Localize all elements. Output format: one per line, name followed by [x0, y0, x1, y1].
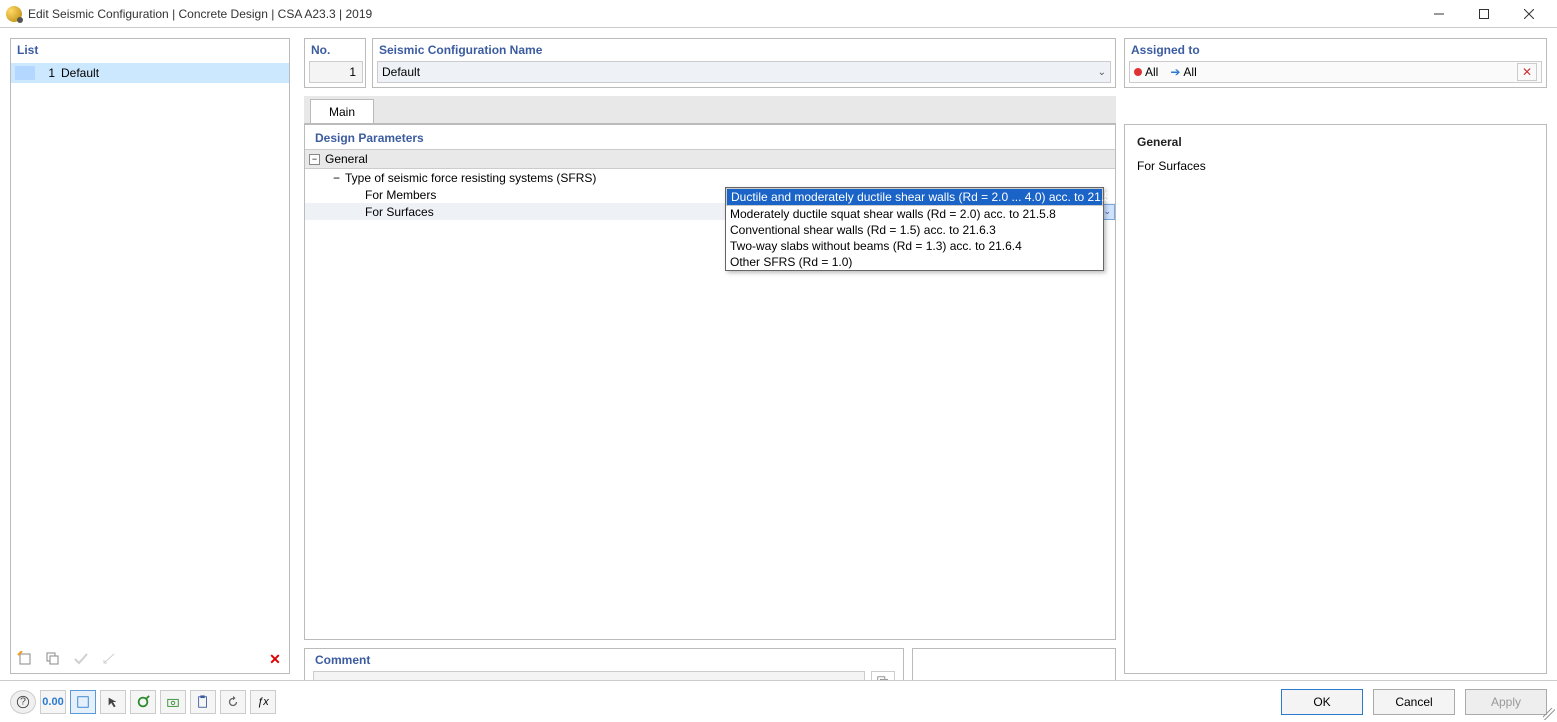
- dropdown-option[interactable]: Conventional shear walls (Rd = 1.5) acc.…: [726, 222, 1103, 238]
- include-button: [69, 648, 93, 670]
- delete-item-button[interactable]: ✕: [263, 648, 287, 670]
- number-panel: No.: [304, 38, 366, 88]
- group-general-label: General: [325, 152, 368, 166]
- assigned-label: Assigned to: [1125, 39, 1546, 63]
- collapse-icon[interactable]: −: [309, 154, 320, 165]
- assigned-nodes-button[interactable]: All: [1134, 65, 1158, 79]
- exclude-button: [97, 648, 121, 670]
- name-select[interactable]: Default ⌄: [377, 61, 1111, 83]
- list-header: List: [11, 39, 289, 63]
- info-header: General: [1137, 135, 1534, 149]
- list-item-label: Default: [61, 66, 99, 80]
- list-item[interactable]: 1 Default: [11, 63, 289, 83]
- apply-button: Apply: [1465, 689, 1547, 715]
- dropdown-option[interactable]: Ductile and moderately ductile shear wal…: [726, 188, 1103, 206]
- chevron-down-icon: ⌄: [1103, 206, 1111, 217]
- select-graphically-button[interactable]: [100, 690, 126, 714]
- dropdown-option[interactable]: Two-way slabs without beams (Rd = 1.3) a…: [726, 238, 1103, 254]
- clear-assignment-button[interactable]: ✕: [1517, 63, 1537, 81]
- for-surfaces-label: For Surfaces: [365, 205, 434, 219]
- resize-grip[interactable]: [1543, 708, 1555, 720]
- screenshot-button[interactable]: [160, 690, 186, 714]
- design-parameters-header: Design Parameters: [305, 125, 1115, 149]
- title-bar: Edit Seismic Configuration | Concrete De…: [0, 0, 1557, 28]
- collapse-icon[interactable]: −: [333, 171, 340, 185]
- name-panel: Seismic Configuration Name Default ⌄: [372, 38, 1116, 88]
- fx-button[interactable]: ƒx: [250, 690, 276, 714]
- cancel-button[interactable]: Cancel: [1373, 689, 1455, 715]
- app-icon: [6, 6, 22, 22]
- dropdown-option[interactable]: Moderately ductile squat shear walls (Rd…: [726, 206, 1103, 222]
- units-button[interactable]: 0.00: [40, 690, 66, 714]
- comment-header: Comment: [305, 649, 903, 671]
- help-button[interactable]: ?: [10, 690, 36, 714]
- new-item-button[interactable]: [13, 648, 37, 670]
- group-sfrs-label: Type of seismic force resisting systems …: [345, 171, 596, 185]
- view-mode-button[interactable]: [70, 690, 96, 714]
- tab-main[interactable]: Main: [310, 99, 374, 123]
- number-input[interactable]: [309, 61, 363, 83]
- tab-strip: Main: [304, 96, 1116, 124]
- color-chip: [15, 66, 35, 80]
- list-item-index: 1: [35, 66, 55, 80]
- group-general[interactable]: − General: [305, 149, 1115, 169]
- close-button[interactable]: [1506, 1, 1551, 27]
- group-sfrs[interactable]: − Type of seismic force resisting system…: [305, 169, 1115, 186]
- minimize-button[interactable]: [1416, 1, 1461, 27]
- copy-item-button[interactable]: [41, 648, 65, 670]
- name-value: Default: [382, 65, 420, 79]
- svg-text:?: ?: [20, 695, 26, 707]
- assigned-panel: Assigned to All ➔All ✕: [1124, 38, 1547, 88]
- clipboard-button[interactable]: [190, 690, 216, 714]
- for-surfaces-dropdown: Ductile and moderately ductile shear wal…: [725, 187, 1104, 271]
- ok-button[interactable]: OK: [1281, 689, 1363, 715]
- for-members-label: For Members: [365, 188, 436, 202]
- assigned-members-button[interactable]: ➔All: [1170, 65, 1196, 79]
- window-title: Edit Seismic Configuration | Concrete De…: [28, 7, 1416, 21]
- name-label: Seismic Configuration Name: [373, 39, 1115, 63]
- dropdown-option[interactable]: Other SFRS (Rd = 1.0): [726, 254, 1103, 270]
- number-label: No.: [305, 39, 365, 63]
- dialog-footer: ? 0.00 ƒx OK Cancel Apply: [0, 680, 1557, 722]
- show-object-button[interactable]: [130, 690, 156, 714]
- design-parameters-panel: Design Parameters − General − Type of se…: [304, 124, 1116, 640]
- reset-button[interactable]: [220, 690, 246, 714]
- info-panel: General For Surfaces: [1124, 124, 1547, 674]
- info-line: For Surfaces: [1137, 159, 1534, 173]
- chevron-down-icon: ⌄: [1098, 67, 1106, 78]
- list-panel: List 1 Default ✕: [10, 38, 290, 674]
- maximize-button[interactable]: [1461, 1, 1506, 27]
